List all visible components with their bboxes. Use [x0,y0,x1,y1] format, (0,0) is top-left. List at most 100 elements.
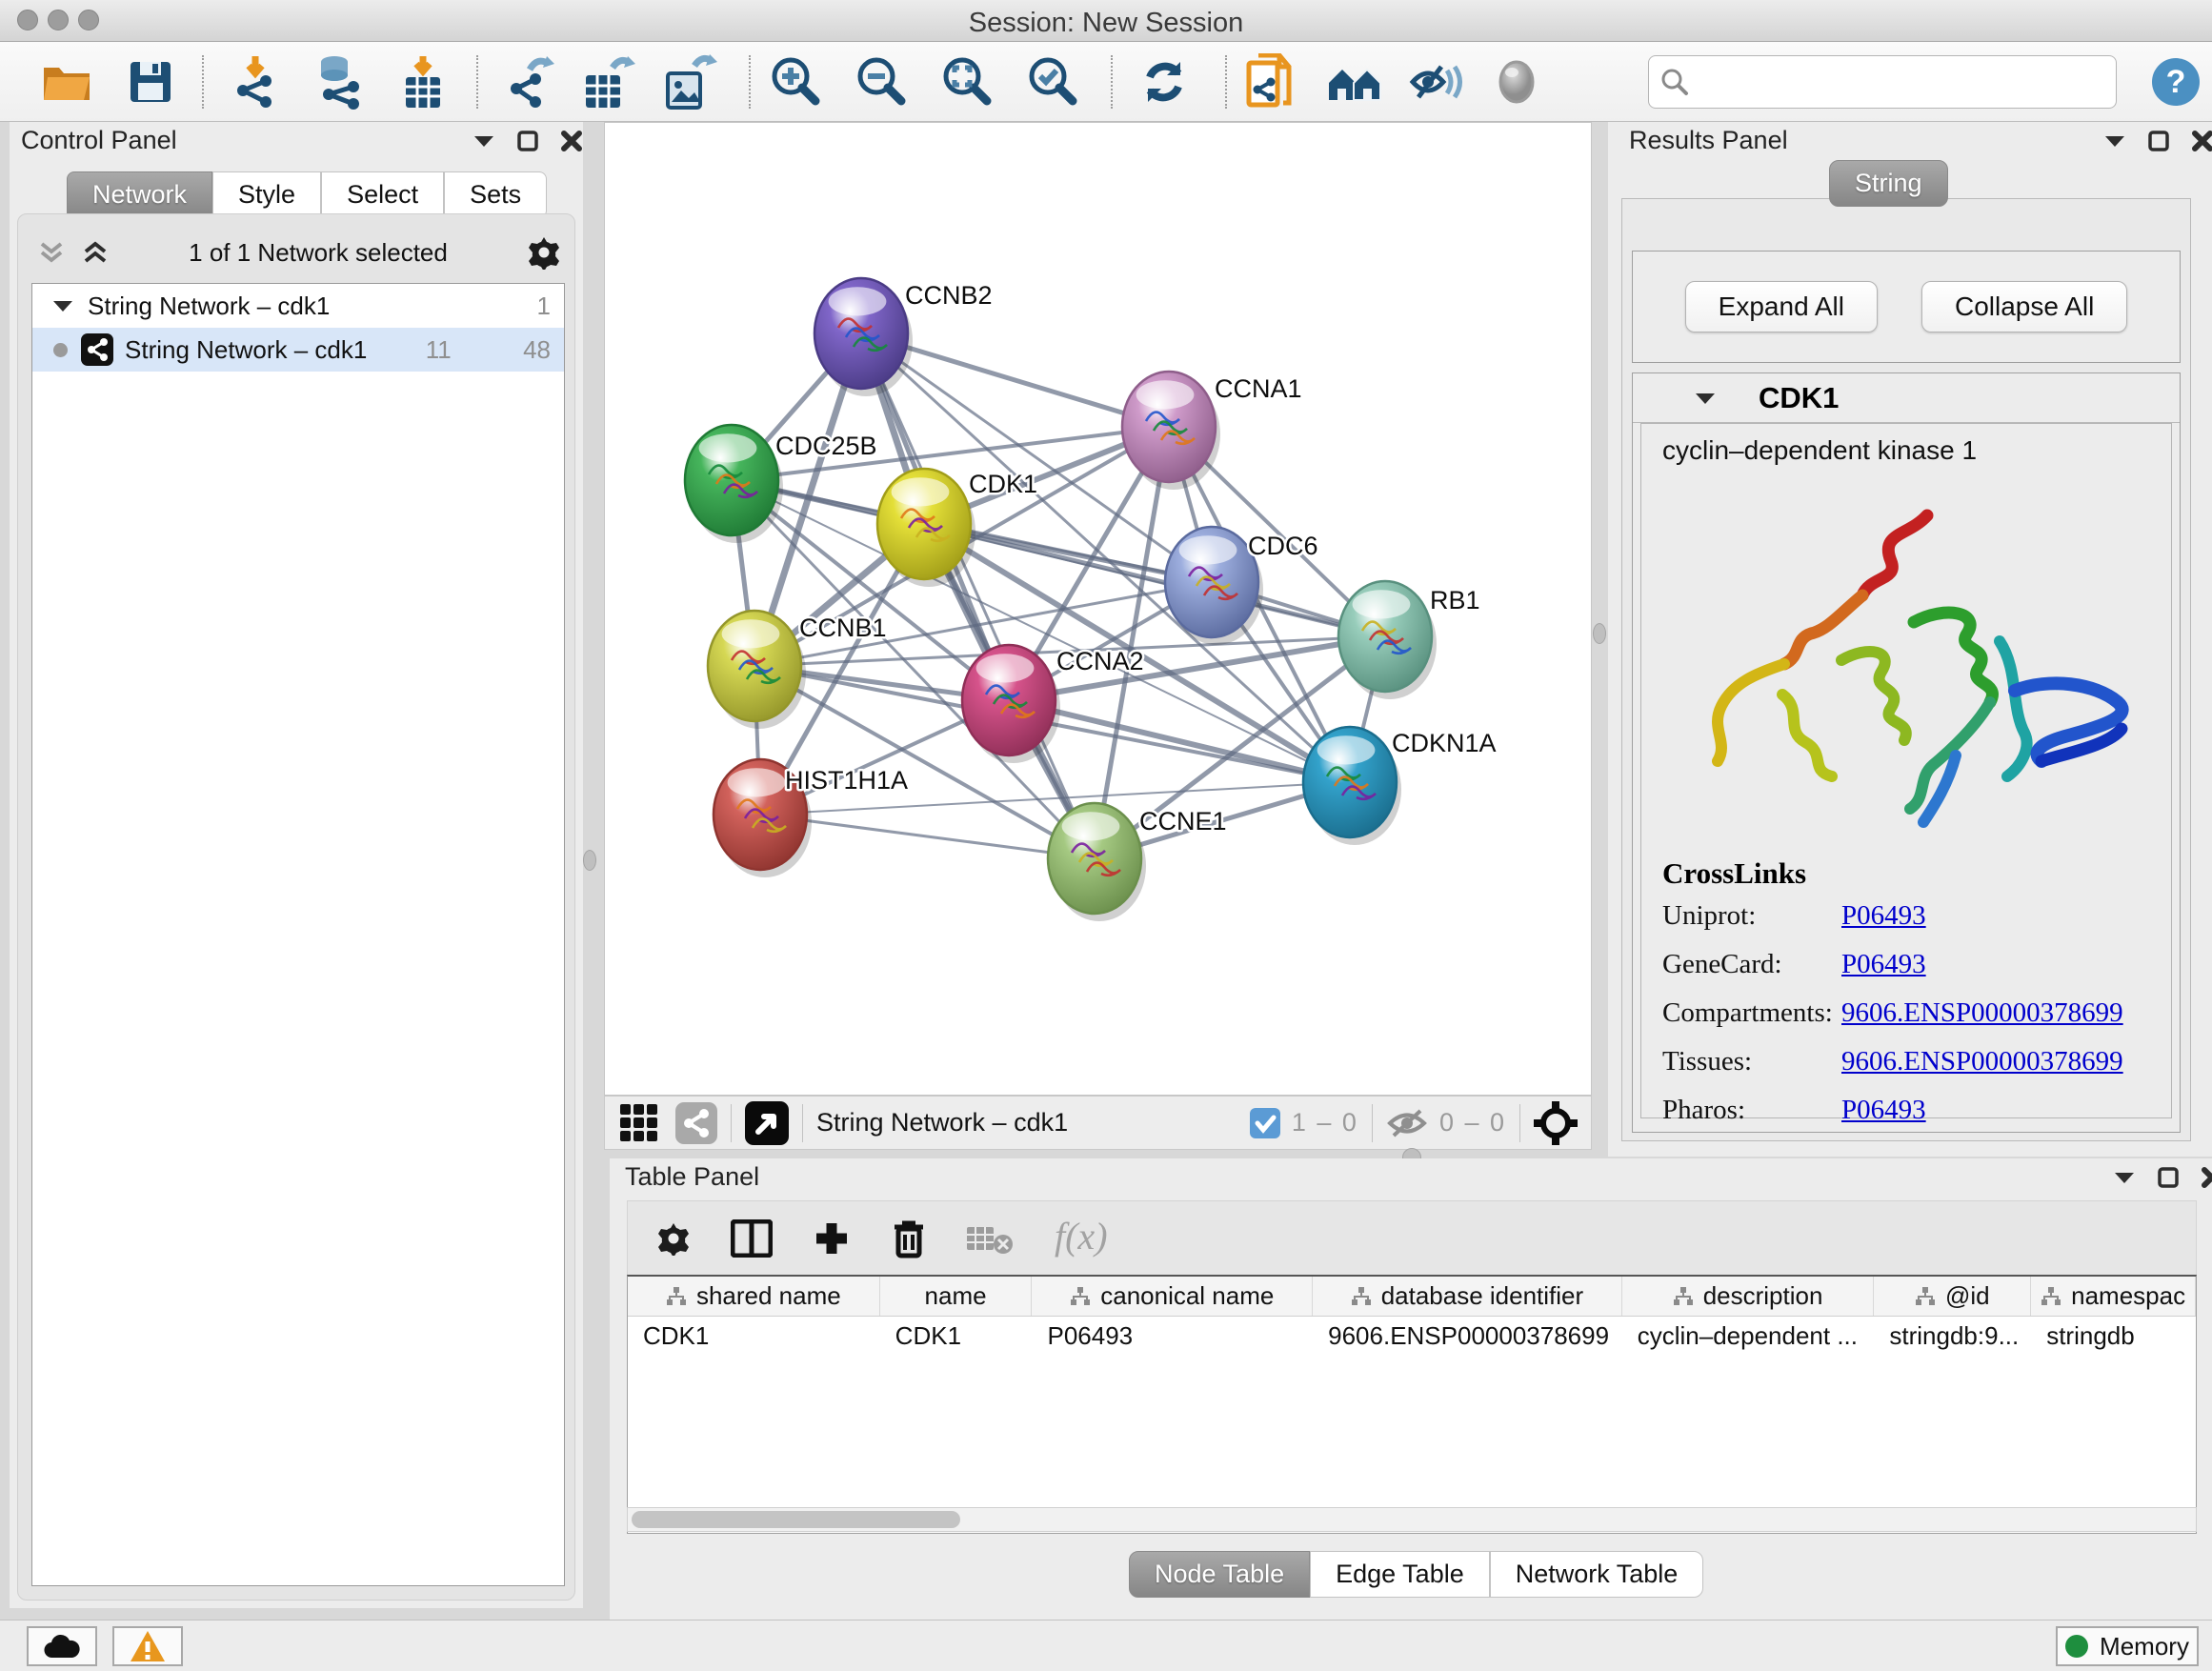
gear-icon[interactable] [656,1221,691,1256]
selected-checkbox-icon[interactable] [1250,1108,1280,1138]
refresh-button[interactable] [1134,51,1195,112]
search-input[interactable] [1699,68,2099,97]
crosslink-link[interactable]: P06493 [1841,900,1926,932]
warning-button[interactable] [112,1626,183,1666]
table-cell[interactable]: stringdb:9... [1874,1317,2031,1355]
column-header-@id[interactable]: @id [1874,1277,2031,1316]
network-graph[interactable]: CCNB2CCNA1CDC25BCDK1CDC6RB1CCNB1CCNA2CDK… [605,123,1591,1095]
tab-style[interactable]: Style [212,171,321,218]
show-graphics-details-button[interactable] [1406,51,1467,112]
left-splitter-handle[interactable] [583,850,596,871]
tab-edge-table[interactable]: Edge Table [1310,1551,1490,1598]
share-view-icon[interactable] [675,1102,717,1144]
scrollbar-thumb[interactable] [632,1511,960,1528]
import-network-file-button[interactable] [225,51,286,112]
table-horizontal-scrollbar[interactable] [627,1507,2197,1532]
network-row-selected[interactable]: String Network – cdk1 11 48 [32,328,564,372]
crosslink-link[interactable]: P06493 [1841,949,1926,980]
trash-icon[interactable] [891,1218,927,1259]
column-header-shared-name[interactable]: shared name [628,1277,880,1316]
column-header-canonical-name[interactable]: canonical name [1032,1277,1313,1316]
tab-string[interactable]: String [1829,160,1948,207]
export-image-button[interactable] [661,51,722,112]
zoom-fit-button[interactable] [937,51,998,112]
panel-close-icon[interactable] [560,130,583,152]
birds-eye-view-icon[interactable] [745,1101,789,1145]
panel-close-icon[interactable] [2191,130,2212,152]
network-node-cdc25b[interactable]: CDC25B [685,425,877,543]
import-network-database-button[interactable] [309,51,370,112]
collapse-all-networks-icon[interactable] [37,240,66,265]
export-table-button[interactable] [579,51,640,112]
chevron-down-icon[interactable] [51,298,74,313]
network-collection-row[interactable]: String Network – cdk1 1 [32,284,564,328]
panel-menu-icon[interactable] [473,133,495,149]
tab-select[interactable]: Select [321,171,444,218]
open-session-button[interactable] [36,51,97,112]
network-node-hist1h1a[interactable]: HIST1H1A [714,759,908,877]
expand-all-networks-icon[interactable] [81,240,110,265]
column-header-name[interactable]: name [880,1277,1033,1316]
right-splitter-handle[interactable] [1593,623,1606,644]
table-cell[interactable]: cyclin–dependent ... [1622,1317,1875,1355]
tree-column-icon [1673,1286,1694,1307]
column-header-database-identifier[interactable]: database identifier [1313,1277,1622,1316]
export-network-button[interactable] [499,51,560,112]
crosslink-link[interactable]: P06493 [1841,1095,1926,1126]
tab-node-table[interactable]: Node Table [1129,1551,1310,1598]
control-panel-title: Control Panel [21,126,177,154]
zoom-in-button[interactable] [766,51,827,112]
column-label: namespac [2071,1281,2185,1311]
columns-icon[interactable] [731,1219,773,1258]
gear-icon[interactable] [527,235,561,270]
memory-button[interactable]: Memory [2056,1626,2199,1666]
column-header-namespac[interactable]: namespac [2031,1277,2196,1316]
houses-icon-button[interactable] [1324,51,1385,112]
help-button[interactable]: ? [2145,51,2206,112]
tree-column-icon [1070,1286,1091,1307]
cloud-button[interactable] [27,1626,97,1666]
zoom-out-button[interactable] [852,51,913,112]
zoom-selected-button[interactable] [1023,51,1084,112]
network-node-ccne1[interactable]: CCNE1 [1048,803,1227,921]
panel-float-icon[interactable] [516,130,539,152]
panel-close-icon[interactable] [2201,1166,2212,1189]
expand-all-button[interactable]: Expand All [1685,281,1878,332]
node-label: CCNA1 [1215,374,1302,403]
hidden-eye-icon[interactable] [1386,1107,1428,1139]
table-cell[interactable]: 9606.ENSP00000378699 [1313,1317,1622,1355]
column-header-description[interactable]: description [1622,1277,1875,1316]
section-collapse-icon[interactable] [1694,391,1717,406]
grid-view-icon[interactable] [620,1104,658,1142]
panel-float-icon[interactable] [2147,130,2170,152]
tab-network[interactable]: Network [67,171,212,218]
crosslink-link[interactable]: 9606.ENSP00000378699 [1841,1046,2123,1077]
collapse-all-button[interactable]: Collapse All [1921,281,2127,332]
network-node-cdk1[interactable]: CDK1 [877,469,1037,587]
node-table[interactable]: shared name namecanonical namedatabase id… [627,1275,2197,1534]
panel-menu-icon[interactable] [2103,133,2126,149]
table-cell[interactable]: CDK1 [628,1317,880,1355]
network-node-cdc6[interactable]: CDC6 [1165,527,1318,645]
save-session-button[interactable] [120,51,181,112]
table-cell[interactable]: stringdb [2031,1317,2196,1355]
network-canvas[interactable]: CCNB2CCNA1CDC25BCDK1CDC6RB1CCNB1CCNA2CDK… [604,122,1592,1096]
add-column-icon[interactable] [813,1219,851,1258]
network-node-rb1[interactable]: RB1 [1338,581,1480,699]
tab-sets[interactable]: Sets [444,171,547,218]
crosshair-icon[interactable] [1534,1101,1578,1145]
tab-network-table[interactable]: Network Table [1490,1551,1704,1598]
birds-eye-toggle-button[interactable] [1486,51,1547,112]
network-node-cdkn1a[interactable]: CDKN1A [1303,727,1497,845]
crosslink-link[interactable]: 9606.ENSP00000378699 [1841,997,2123,1029]
network-node-ccnb2[interactable]: CCNB2 [814,278,993,396]
table-cell[interactable]: P06493 [1032,1317,1313,1355]
table-row[interactable]: CDK1CDK1P064939606.ENSP00000378699cyclin… [628,1317,2196,1355]
new-network-from-selection-button[interactable] [1238,51,1299,112]
panel-menu-icon[interactable] [2113,1170,2136,1185]
import-table-button[interactable] [392,51,453,112]
panel-float-icon[interactable] [2157,1166,2180,1189]
column-label: shared name [696,1281,841,1311]
table-cell[interactable]: CDK1 [880,1317,1033,1355]
network-node-ccna1[interactable]: CCNA1 [1122,372,1302,490]
